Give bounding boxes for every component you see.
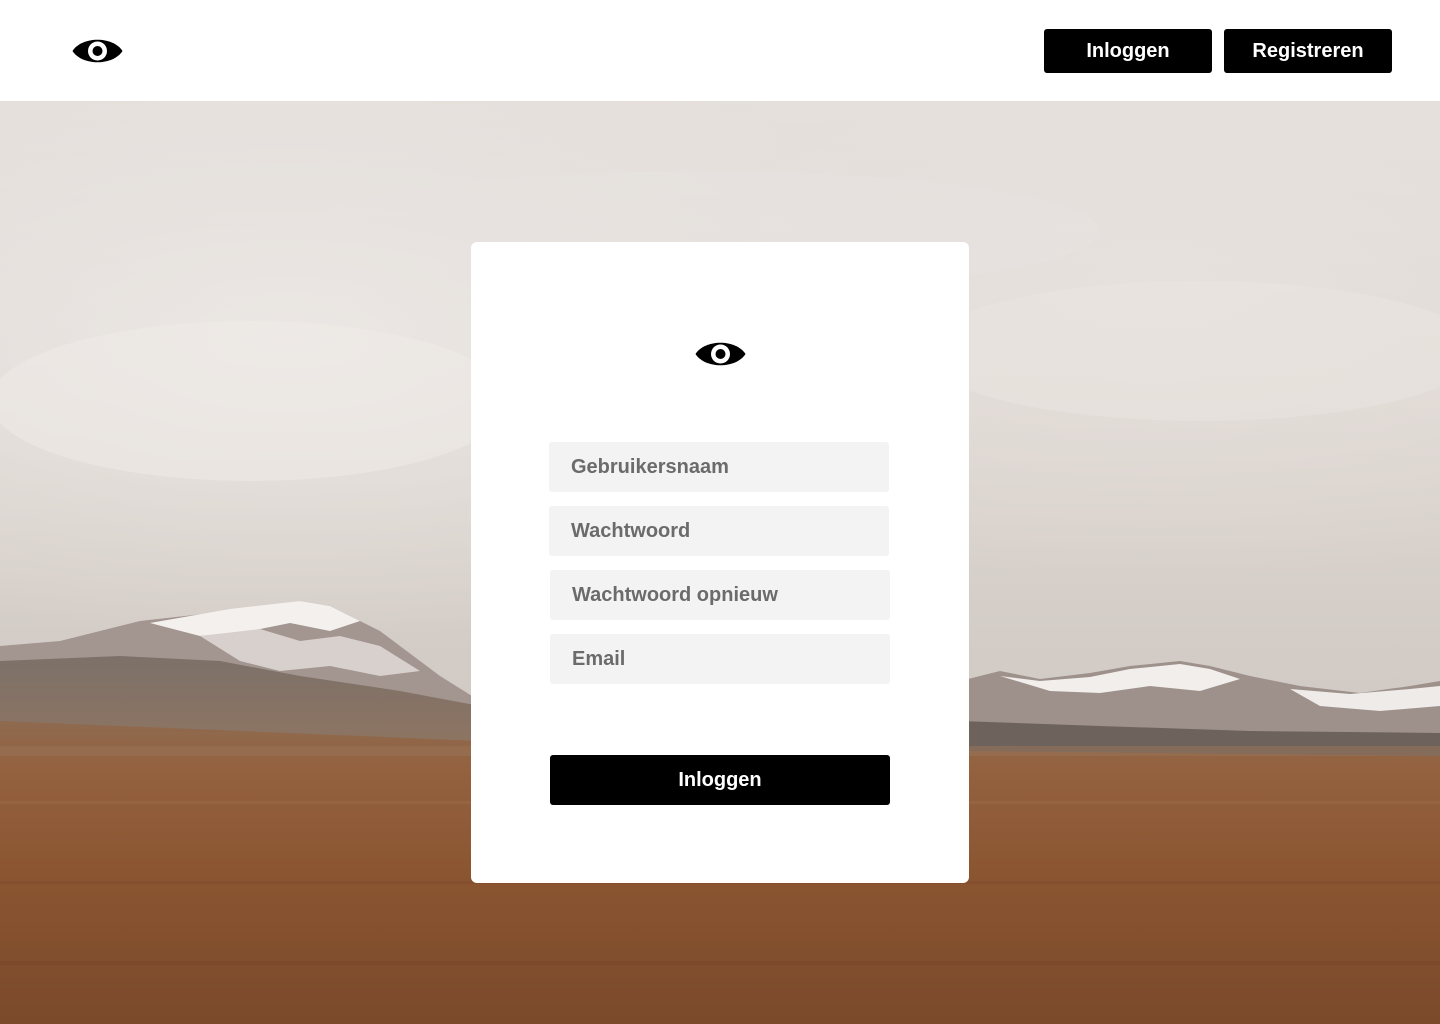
password-repeat-field[interactable] bbox=[550, 570, 890, 620]
eye-icon bbox=[694, 336, 747, 372]
registration-form-card: Inloggen bbox=[471, 242, 969, 883]
password-field[interactable] bbox=[549, 506, 889, 556]
login-nav-button[interactable]: Inloggen bbox=[1044, 29, 1212, 73]
username-field[interactable] bbox=[549, 442, 889, 492]
eye-icon[interactable] bbox=[71, 33, 124, 69]
register-nav-button[interactable]: Registreren bbox=[1224, 29, 1392, 73]
email-field[interactable] bbox=[550, 634, 890, 684]
top-navigation-bar: Inloggen Registreren bbox=[0, 0, 1440, 101]
login-submit-button[interactable]: Inloggen bbox=[550, 755, 890, 805]
